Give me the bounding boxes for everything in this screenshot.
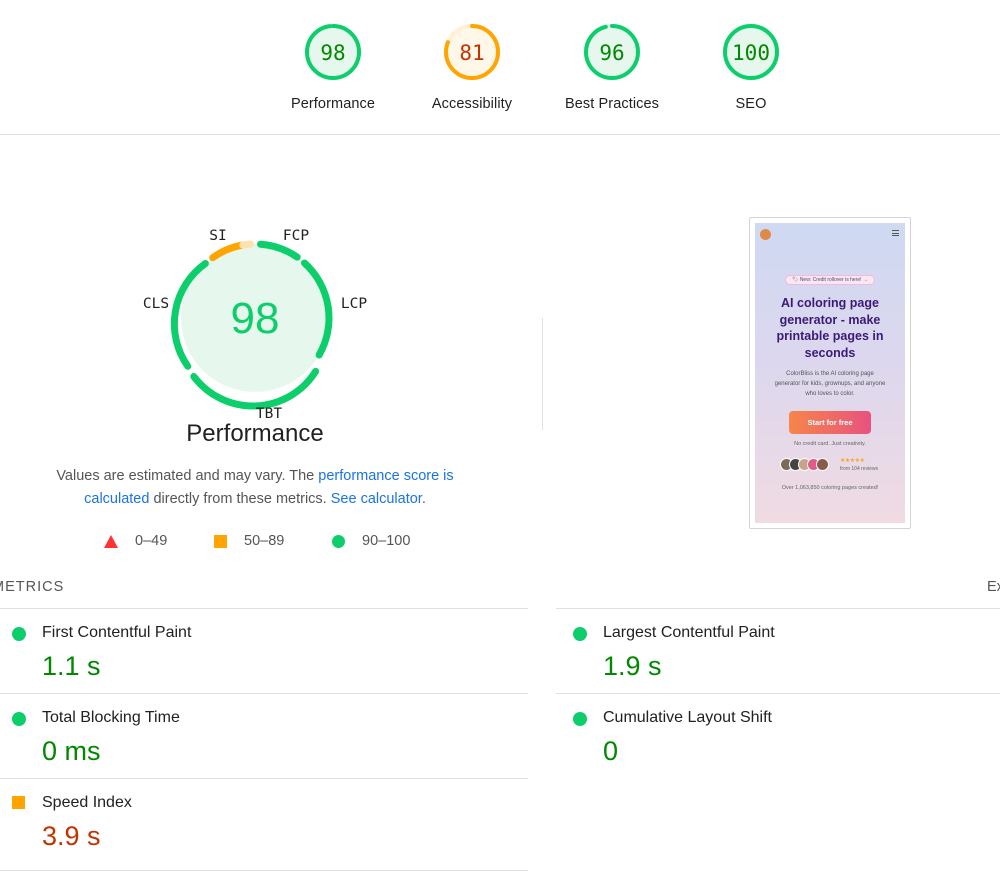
note-text-1: Values are estimated and may vary. The <box>56 468 319 484</box>
metric-title: First Contentful Paint <box>42 624 192 641</box>
rating-stars-icon: ★★★★★ <box>840 458 865 464</box>
screenshot-headline: AI coloring page generator - make printa… <box>776 296 884 360</box>
gauge-seo[interactable]: 100 SEO <box>671 22 831 112</box>
score-legend: 0–49 50–89 90–100 <box>0 533 520 553</box>
fail-triangle-icon <box>104 534 118 548</box>
metrics-heading: METRICS <box>0 579 65 595</box>
performance-gauge-chart: 98 SI FCP LCP TBT CLS <box>143 228 367 422</box>
pass-circle-icon <box>12 712 26 726</box>
legend-fail-label: 0–49 <box>135 533 168 549</box>
metric-title: Cumulative Layout Shift <box>603 709 772 726</box>
metric-value: 0 ms <box>42 736 101 766</box>
gauge-performance-label: Performance <box>290 96 376 112</box>
metric-tag-cls: CLS <box>143 296 169 312</box>
hamburger-menu-icon <box>892 230 899 236</box>
gauge-accessibility-ring: 81 <box>444 24 500 80</box>
note-text-2: directly from these metrics. <box>149 491 331 507</box>
metric-total-blocking-time: Total Blocking Time 0 ms <box>0 694 500 778</box>
section-divider <box>542 318 543 430</box>
see-calculator-link[interactable]: See calculator <box>331 491 422 507</box>
site-logo-icon <box>760 229 771 240</box>
gauge-seo-ring: 100 <box>723 24 779 80</box>
metric-cumulative-layout-shift: Cumulative Layout Shift 0 <box>561 694 1000 778</box>
gauge-performance[interactable]: 98 Performance <box>253 22 413 112</box>
metric-value: 3.9 s <box>42 821 101 851</box>
gauge-performance-score: 98 <box>320 41 345 65</box>
segment-si-empty <box>239 240 255 249</box>
pass-circle-icon <box>573 627 587 641</box>
average-square-icon <box>12 796 25 809</box>
legend-fail: 0–49 <box>104 533 167 549</box>
screenshot-subtext: ColorBliss is the AI coloring page gener… <box>774 371 886 397</box>
metric-largest-contentful-paint: Largest Contentful Paint 1.9 s <box>561 609 1000 693</box>
gauge-best-practices[interactable]: 96 Best Practices <box>532 22 692 112</box>
final-screenshot[interactable]: 🏷 New: Credit rollover is here! → AI col… <box>749 217 911 529</box>
legend-average-label: 50–89 <box>244 533 285 549</box>
expand-view-toggle[interactable]: Ex <box>987 579 1000 595</box>
gauge-best-practices-label: Best Practices <box>564 96 660 112</box>
no-card-text: No credit card. Just creativity. <box>794 441 866 447</box>
gauge-performance-ring: 98 <box>305 24 361 80</box>
scores-summary: 98 Performance 81 Accessibility 96 Best … <box>0 0 1000 135</box>
performance-title: Performance <box>186 420 324 447</box>
performance-gauge: 98 SI FCP LCP TBT CLS <box>130 218 380 423</box>
metric-speed-index: Speed Index 3.9 s <box>0 779 500 863</box>
legend-pass: 90–100 <box>332 533 410 549</box>
legend-pass-label: 90–100 <box>362 533 411 549</box>
legend-average: 50–89 <box>214 533 284 549</box>
metric-title: Total Blocking Time <box>42 709 180 726</box>
screenshot-page: 🏷 New: Credit rollover is here! → AI col… <box>755 223 905 523</box>
metric-tag-si: SI <box>209 228 226 244</box>
metric-first-contentful-paint: First Contentful Paint 1.1 s <box>0 609 500 693</box>
pages-created-text: Over 1,063,850 coloring pages created! <box>781 485 879 491</box>
performance-score: 98 <box>231 294 280 343</box>
metrics-divider <box>0 870 528 871</box>
announcement-pill: 🏷 New: Credit rollover is here! → <box>785 275 875 285</box>
metric-value: 0 <box>603 736 619 766</box>
metric-value: 1.1 s <box>42 651 101 681</box>
start-free-button: Start for free <box>789 411 871 434</box>
metric-title: Speed Index <box>42 794 132 811</box>
gauge-seo-label: SEO <box>735 96 767 112</box>
metric-title: Largest Contentful Paint <box>603 624 775 641</box>
reviews-count: from 104 reviews <box>840 466 879 472</box>
pass-circle-icon <box>573 712 587 726</box>
metric-tag-lcp: LCP <box>341 296 367 312</box>
avatar <box>816 458 829 471</box>
note-text-3: . <box>421 491 426 507</box>
pass-circle-icon <box>332 534 345 548</box>
metric-tag-fcp: FCP <box>283 228 309 244</box>
gauge-accessibility[interactable]: 81 Accessibility <box>392 22 552 112</box>
gauge-accessibility-label: Accessibility <box>431 96 513 112</box>
average-square-icon <box>214 534 227 548</box>
performance-note: Values are estimated and may vary. The p… <box>40 465 470 511</box>
gauge-accessibility-score: 81 <box>459 41 484 65</box>
pass-circle-icon <box>12 627 26 641</box>
gauge-best-practices-score: 96 <box>599 41 624 65</box>
metric-value: 1.9 s <box>603 651 662 681</box>
gauge-best-practices-ring: 96 <box>584 24 640 80</box>
gauge-seo-score: 100 <box>732 41 770 65</box>
